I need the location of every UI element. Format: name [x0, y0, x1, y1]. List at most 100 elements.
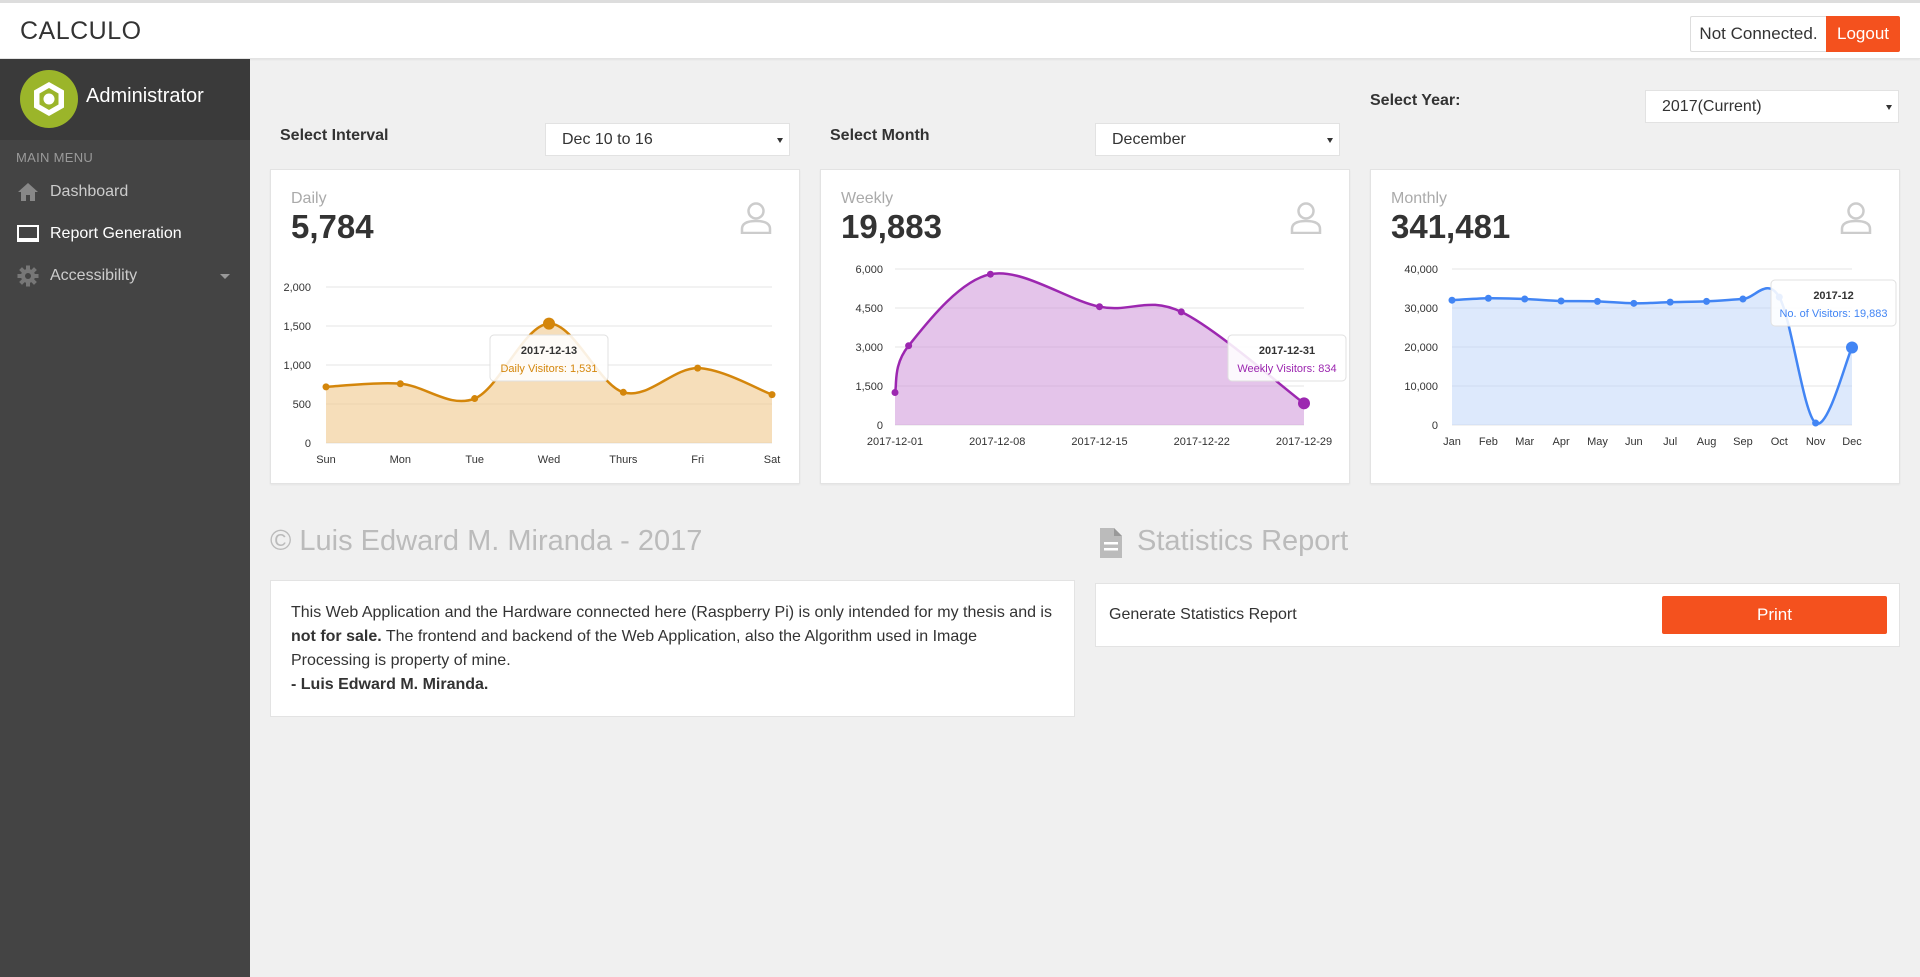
about-text: This Web Application and the Hardware co…: [291, 604, 1052, 621]
weekly-chart: 0 1,500 3,000 4,500 6,000 2017-12-01 2017-12-0…: [855, 264, 1347, 448]
x-tick-label: 2017-12-29: [1276, 436, 1332, 448]
app-brand: CALCULO: [20, 17, 142, 45]
data-point: [1096, 303, 1103, 311]
x-tick-label: Sun: [316, 454, 336, 466]
data-point: [1666, 298, 1674, 306]
x-tick-label: Jun: [1625, 436, 1643, 448]
data-point: [1177, 308, 1185, 316]
data-point: [1557, 297, 1565, 305]
y-tick-label: 500: [293, 399, 311, 411]
x-tick-label: Fri: [691, 454, 704, 466]
data-point: [1593, 297, 1601, 305]
x-tick-label: Dec: [1842, 436, 1862, 448]
data-point: [1448, 296, 1456, 304]
copyright-title: © Luis Edward M. Miranda - 2017: [270, 525, 703, 557]
sidebar-item-accessibility[interactable]: Accessibility: [0, 255, 250, 297]
print-button[interactable]: Print: [1662, 596, 1887, 634]
about-panel: This Web Application and the Hardware co…: [270, 580, 1075, 717]
x-tick-label: Thurs: [609, 454, 638, 466]
connection-status: Not Connected.: [1690, 16, 1826, 52]
data-point: [619, 388, 627, 396]
month-label: Select Month: [830, 127, 930, 144]
about-bold-text: not for sale.: [291, 628, 382, 645]
month-select[interactable]: December: [1095, 123, 1340, 156]
weekly-card: Weekly 19,883 0 1,500 3,000 4,500 6,000 2017-…: [820, 169, 1350, 484]
interval-select-value: Dec 10 to 16: [562, 131, 653, 148]
user-name: Administrator: [86, 85, 204, 107]
data-point: [768, 391, 776, 399]
logout-button[interactable]: Logout: [1826, 16, 1900, 52]
x-tick-label: 2017-12-15: [1071, 436, 1127, 448]
daily-card: Daily 5,784 0 500 1,000 1,500 2,000 Sun Mon Tue…: [270, 169, 800, 484]
month-select-value: December: [1112, 131, 1186, 148]
gear-icon: [16, 264, 40, 288]
data-point: [1521, 295, 1529, 303]
x-tick-label: Mon: [390, 454, 411, 466]
data-point: [986, 270, 994, 278]
y-tick-label: 20,000: [1404, 342, 1438, 354]
chevron-down-icon: [220, 274, 230, 279]
x-tick-label: Tue: [465, 454, 484, 466]
statistics-report-title: Statistics Report: [1137, 525, 1349, 557]
tooltip-value: Weekly Visitors: 834: [1237, 363, 1336, 375]
y-tick-label: 1,500: [283, 321, 311, 333]
tooltip-title: 2017-12: [1813, 290, 1853, 302]
x-tick-label: 2017-12-01: [867, 436, 923, 448]
x-tick-label: 2017-12-22: [1174, 436, 1230, 448]
x-tick-label: Mar: [1515, 436, 1534, 448]
data-point: [1630, 299, 1638, 307]
monthly-chart: 0 10,000 20,000 30,000 40,000 Jan Feb Mar Apr May…: [1404, 264, 1897, 448]
x-tick-label: 2017-12-08: [969, 436, 1025, 448]
tooltip-title: 2017-12-13: [521, 345, 577, 357]
data-point: [905, 342, 913, 350]
about-signature: - Luis Edward M. Miranda.: [291, 676, 489, 693]
y-tick-label: 4,500: [855, 303, 883, 315]
y-tick-label: 30,000: [1404, 303, 1438, 315]
data-point: [1846, 341, 1858, 354]
year-select-value: 2017(Current): [1662, 98, 1762, 115]
y-tick-label: 0: [305, 438, 311, 450]
sidebar-item-label: Report Generation: [50, 225, 182, 242]
document-icon: [1100, 528, 1122, 558]
generate-report-label: Generate Statistics Report: [1109, 606, 1297, 623]
menu-header: MAIN MENU: [16, 150, 94, 165]
x-tick-label: Apr: [1553, 436, 1570, 448]
monthly-card: Monthly 341,481 0 10,000 20,000 30,000 40,00…: [1370, 169, 1900, 484]
x-tick-label: Jan: [1443, 436, 1461, 448]
year-select[interactable]: 2017(Current): [1645, 90, 1899, 123]
about-text-2: The frontend and backend of the Web Appl…: [291, 628, 978, 669]
y-tick-label: 40,000: [1404, 264, 1438, 276]
interval-select[interactable]: Dec 10 to 16: [545, 123, 790, 156]
top-bar: CALCULO Not Connected. Logout: [0, 0, 1920, 59]
data-point: [1739, 295, 1747, 303]
avatar: [20, 70, 78, 128]
x-tick-label: Feb: [1479, 436, 1498, 448]
sidebar-item-dashboard[interactable]: Dashboard: [0, 171, 250, 213]
data-point: [891, 389, 899, 396]
user-profile: Administrator: [0, 59, 250, 140]
year-label: Select Year:: [1370, 92, 1461, 109]
interval-label: Select Interval: [280, 127, 389, 144]
y-tick-label: 3,000: [855, 342, 883, 354]
data-point: [322, 383, 330, 391]
data-point: [1298, 397, 1310, 410]
data-point: [694, 364, 702, 372]
dropdown-arrow-icon: [1327, 138, 1333, 143]
x-tick-label: Aug: [1697, 436, 1717, 448]
daily-chart: 0 500 1,000 1,500 2,000 Sun Mon Tue Wed Thurs Fri S…: [283, 282, 780, 466]
x-tick-label: May: [1587, 436, 1608, 448]
sidebar-item-report-generation[interactable]: Report Generation: [0, 213, 250, 255]
hexagon-logo-icon: [34, 82, 64, 116]
x-tick-label: Jul: [1663, 436, 1677, 448]
sidebar-item-label: Dashboard: [50, 183, 129, 200]
dropdown-arrow-icon: [777, 138, 783, 143]
data-point: [1484, 294, 1492, 302]
y-tick-label: 6,000: [855, 264, 883, 276]
y-tick-label: 2,000: [283, 282, 311, 294]
y-tick-label: 1,500: [855, 381, 883, 393]
tooltip-value: Daily Visitors: 1,531: [500, 363, 597, 375]
y-tick-label: 10,000: [1404, 381, 1438, 393]
sidebar-item-label: Accessibility: [50, 267, 138, 284]
monitor-icon: [16, 222, 40, 246]
tooltip-title: 2017-12-31: [1259, 345, 1315, 357]
